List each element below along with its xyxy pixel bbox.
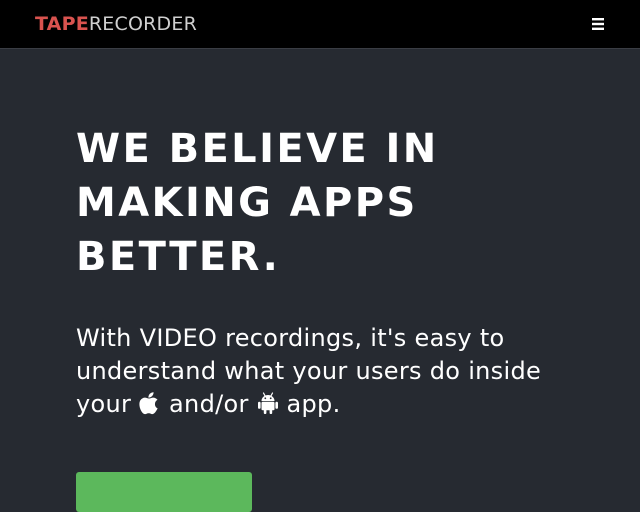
- hamburger-menu-icon[interactable]: [588, 14, 608, 34]
- apple-icon: [139, 391, 161, 424]
- brand-primary-text: TAPE: [35, 13, 89, 35]
- hero-tagline: With VIDEO recordings, it's easy to unde…: [76, 322, 596, 424]
- android-icon: [257, 391, 279, 424]
- navbar: TAPERECORDER: [0, 0, 640, 49]
- tagline-text-2: and/or: [169, 390, 249, 418]
- tagline-text-3: app.: [286, 390, 341, 418]
- hero-headline: WE BELIEVE IN MAKING APPS BETTER.: [76, 126, 439, 280]
- hero-section: WE BELIEVE IN MAKING APPS BETTER. With V…: [0, 50, 640, 512]
- cta-button[interactable]: [76, 472, 252, 512]
- brand-secondary-text: RECORDER: [88, 13, 197, 35]
- brand-logo[interactable]: TAPERECORDER: [35, 13, 197, 35]
